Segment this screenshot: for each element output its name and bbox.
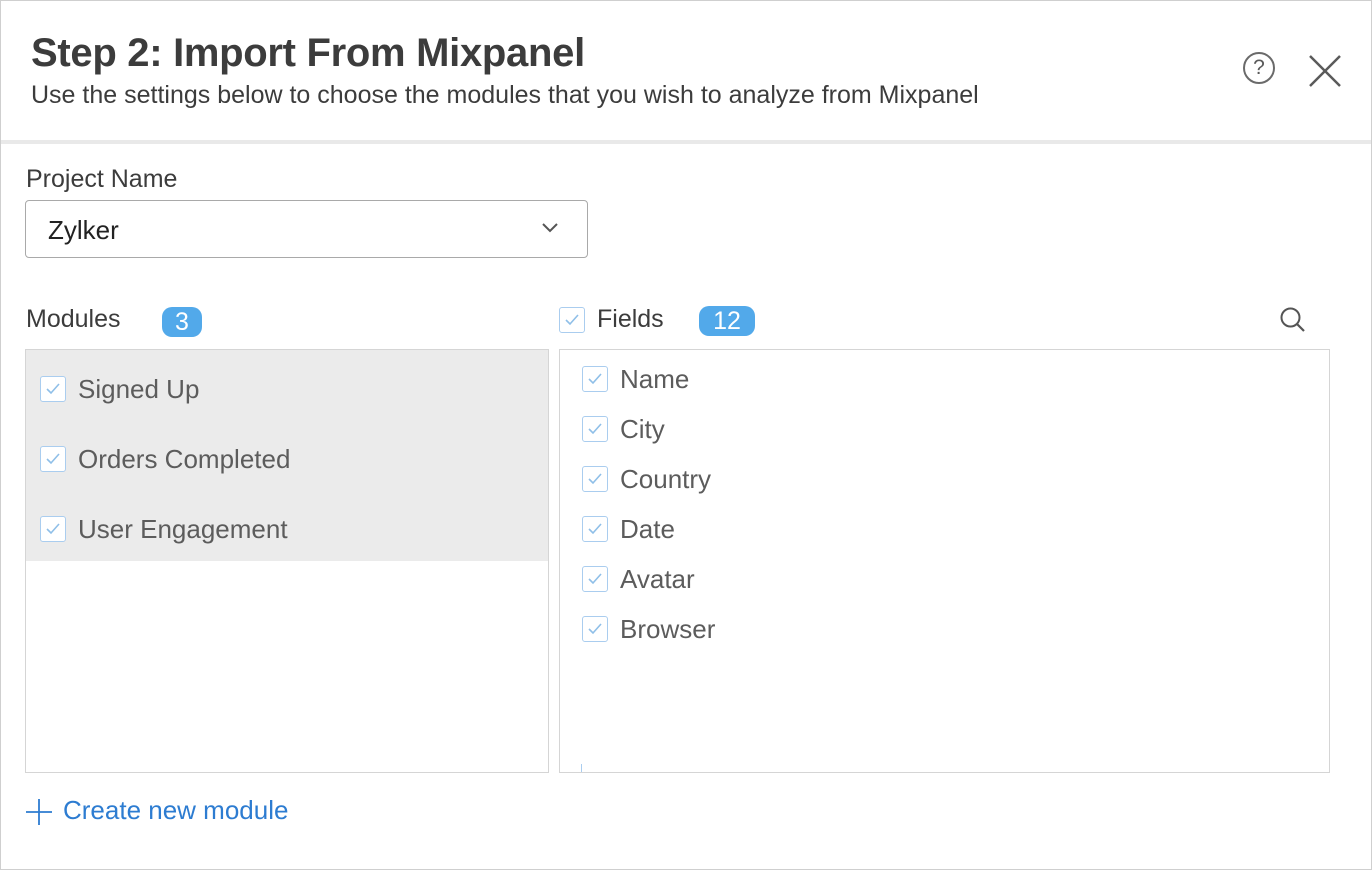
- check-icon: [588, 423, 602, 435]
- check-icon: [588, 473, 602, 485]
- field-label: Country: [620, 464, 712, 494]
- module-label: Orders Completed: [78, 444, 291, 474]
- chevron-down-icon: [542, 223, 558, 233]
- check-icon: [588, 523, 602, 535]
- check-icon: [565, 314, 579, 326]
- check-icon: [46, 453, 60, 465]
- dialog-header: Step 2: Import From Mixpanel Use the set…: [1, 1, 1371, 144]
- check-icon: [46, 523, 60, 535]
- check-icon: [46, 383, 60, 395]
- check-icon: [588, 573, 602, 585]
- close-icon: [1309, 55, 1341, 87]
- dialog-subtitle: Use the settings below to choose the mod…: [31, 81, 979, 109]
- project-name-select[interactable]: Zylker: [25, 200, 588, 258]
- search-icon[interactable]: [1279, 306, 1307, 334]
- field-checkbox[interactable]: [582, 516, 608, 542]
- field-label: Name: [620, 364, 690, 394]
- list-scroll-marker: [581, 764, 582, 772]
- check-icon: [588, 373, 602, 385]
- create-new-module-label: Create new module: [63, 795, 289, 825]
- field-label: City: [620, 414, 665, 444]
- module-label: Signed Up: [78, 374, 200, 404]
- field-checkbox[interactable]: [582, 366, 608, 392]
- field-label: Browser: [620, 614, 716, 644]
- help-button[interactable]: ?: [1243, 52, 1275, 84]
- fields-list[interactable]: Name City Country Date Avatar Browser: [559, 349, 1330, 773]
- module-checkbox[interactable]: [40, 516, 66, 542]
- field-checkbox[interactable]: [582, 466, 608, 492]
- module-label: User Engagement: [78, 514, 288, 544]
- fields-label: Fields: [597, 305, 664, 333]
- modules-count-badge: 3: [162, 307, 202, 337]
- modules-list[interactable]: Signed Up Orders Completed User Engageme…: [25, 349, 549, 773]
- project-name-value: Zylker: [48, 215, 119, 245]
- fields-count-badge: 12: [699, 306, 755, 336]
- plus-icon: [26, 799, 52, 825]
- close-button[interactable]: [1307, 53, 1343, 89]
- field-checkbox[interactable]: [582, 566, 608, 592]
- checkbox-box: [559, 307, 585, 333]
- select-all-fields-checkbox[interactable]: [559, 307, 585, 333]
- question-circle-icon: ?: [1253, 56, 1265, 79]
- dialog-title: Step 2: Import From Mixpanel: [31, 31, 585, 75]
- project-name-label: Project Name: [26, 165, 178, 193]
- check-icon: [588, 623, 602, 635]
- module-checkbox[interactable]: [40, 446, 66, 472]
- field-checkbox[interactable]: [582, 616, 608, 642]
- field-label: Avatar: [620, 564, 695, 594]
- modules-label: Modules: [26, 305, 121, 333]
- import-dialog: Step 2: Import From Mixpanel Use the set…: [0, 0, 1372, 870]
- field-label: Date: [620, 514, 675, 544]
- module-checkbox[interactable]: [40, 376, 66, 402]
- field-checkbox[interactable]: [582, 416, 608, 442]
